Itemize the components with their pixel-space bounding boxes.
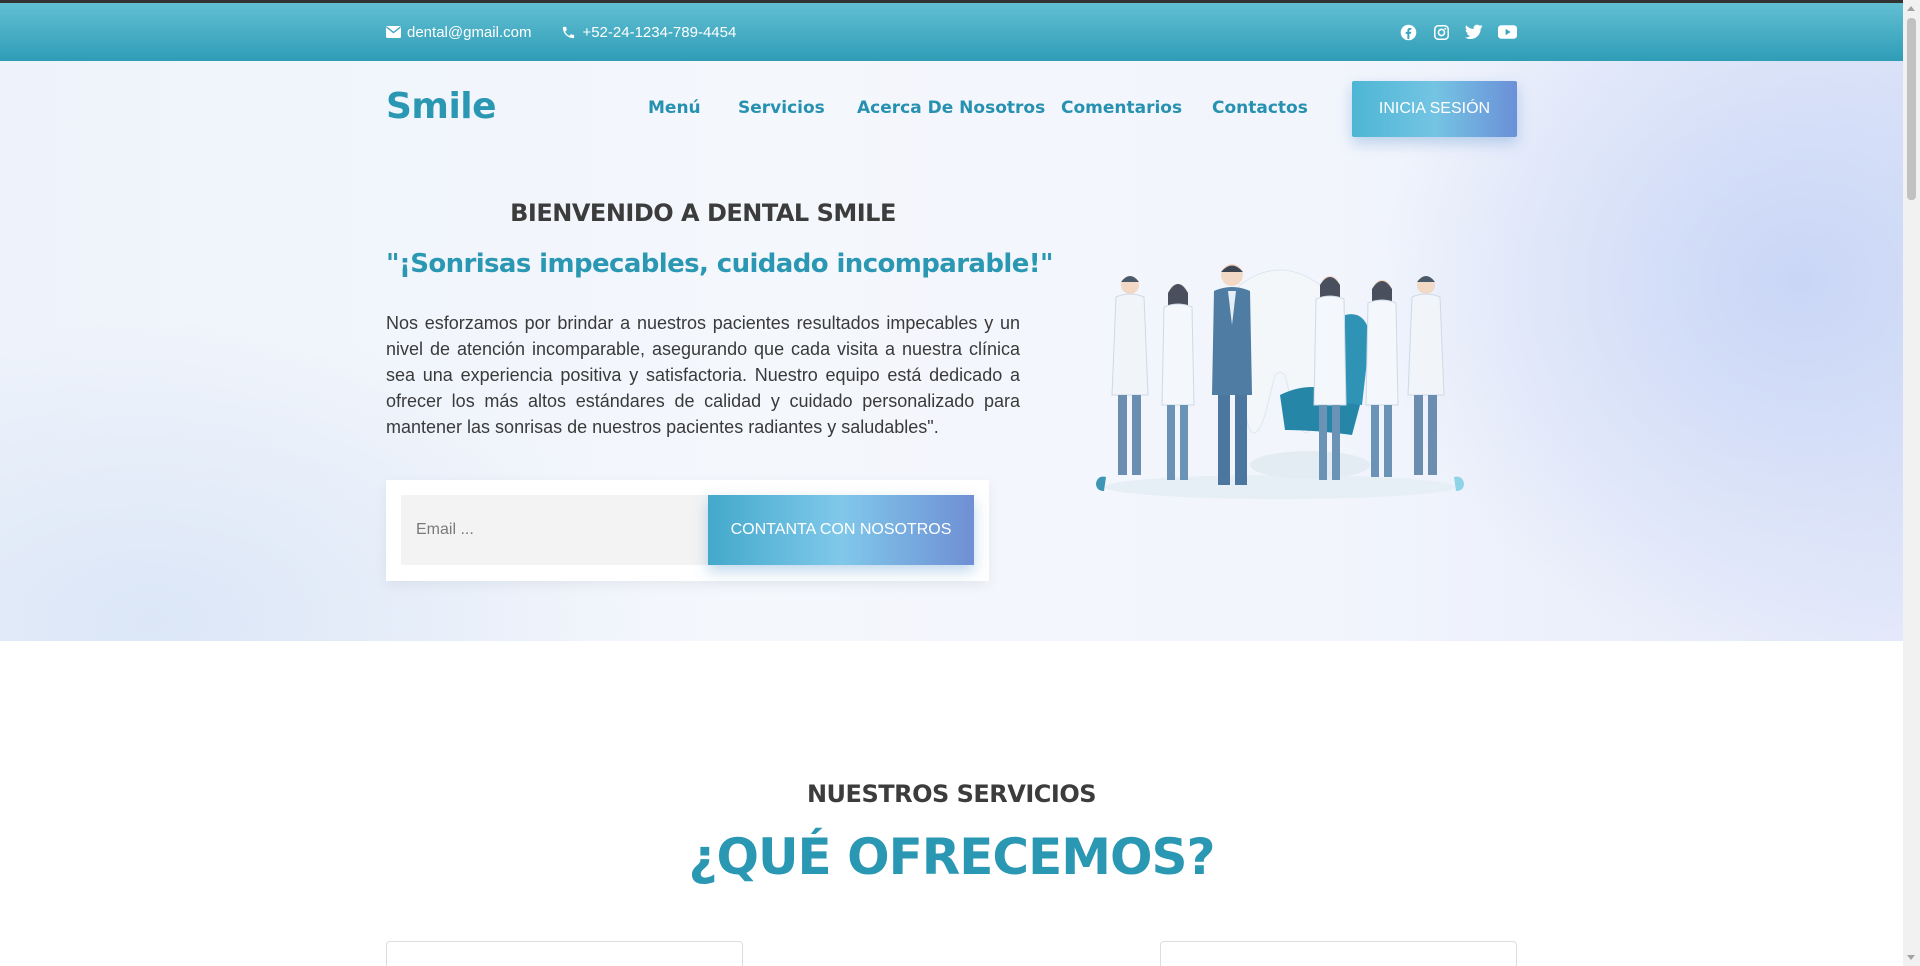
page-scrollbar[interactable]	[1903, 0, 1920, 966]
hero-eyebrow: BIENVENIDO A DENTAL SMILE	[510, 199, 896, 227]
social-links	[1398, 22, 1517, 42]
phone-text: +52-24-1234-789-4454	[582, 23, 737, 41]
email-input[interactable]	[401, 495, 711, 565]
service-card[interactable]	[386, 941, 743, 966]
youtube-icon[interactable]	[1497, 22, 1517, 42]
phone-contact[interactable]: +52-24-1234-789-4454	[561, 24, 736, 41]
hero-slogan: "¡Sonrisas impecables, cuidado incompara…	[386, 249, 1054, 279]
scroll-thumb[interactable]	[1907, 18, 1916, 200]
services-title: ¿QUÉ OFRECEMOS?	[688, 828, 1215, 886]
login-button[interactable]: INICIA SESIÓN	[1352, 81, 1517, 137]
phone-icon	[563, 26, 575, 38]
hero-description: Nos esforzamos por brindar a nuestros pa…	[386, 313, 1020, 437]
dental-team-illustration	[1096, 264, 1464, 499]
services-eyebrow: NUESTROS SERVICIOS	[806, 780, 1097, 808]
top-contact-bar: dental@gmail.com +52-24-1234-789-4454	[0, 3, 1903, 61]
facebook-icon[interactable]	[1398, 22, 1418, 42]
contact-form: CONTANTA CON NOSOTROS	[386, 480, 989, 581]
site-logo[interactable]: Smile	[386, 86, 497, 127]
nav-item-menu[interactable]: Menú	[648, 98, 701, 118]
twitter-icon[interactable]	[1464, 22, 1484, 42]
nav-item-comentarios[interactable]: Comentarios	[1061, 98, 1182, 118]
instagram-icon[interactable]	[1431, 22, 1451, 42]
scroll-down-icon[interactable]	[1907, 955, 1915, 960]
contact-us-button[interactable]: CONTANTA CON NOSOTROS	[708, 495, 974, 565]
envelope-icon	[386, 26, 401, 38]
email-text: dental@gmail.com	[407, 23, 532, 41]
scroll-up-icon[interactable]	[1907, 6, 1915, 11]
nav-item-servicios[interactable]: Servicios	[738, 98, 825, 118]
email-contact[interactable]: dental@gmail.com	[386, 24, 531, 41]
nav-item-contactos[interactable]: Contactos	[1212, 98, 1308, 118]
nav-item-acerca[interactable]: Acerca De Nosotros	[857, 98, 1045, 118]
service-card[interactable]	[1160, 941, 1517, 966]
